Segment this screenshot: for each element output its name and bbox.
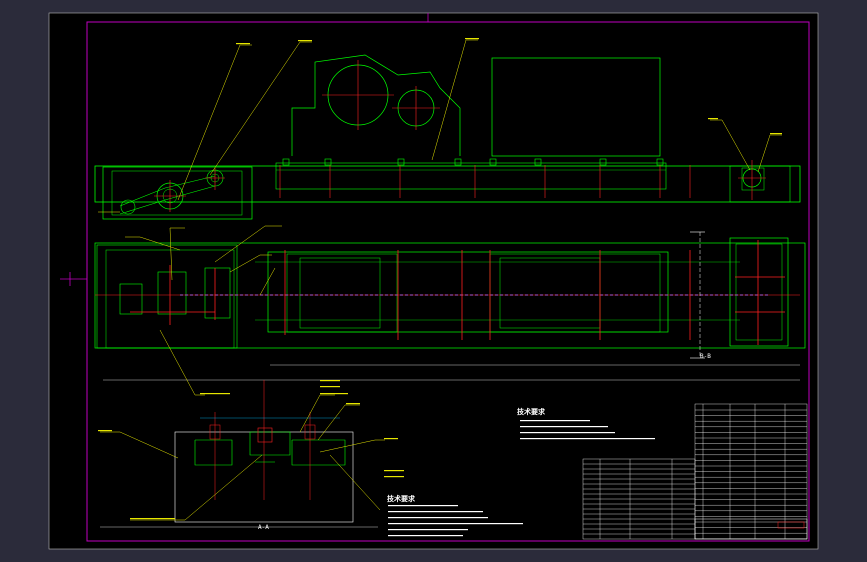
tech-notes-title-lower: 技术要求 (387, 495, 415, 503)
sheet-frame (48, 12, 819, 550)
section-label-a: A-A (258, 524, 269, 531)
section-label-b: B-B (700, 353, 711, 360)
cad-drawing (48, 12, 819, 550)
tech-notes-title-upper: 技术要求 (517, 408, 545, 416)
